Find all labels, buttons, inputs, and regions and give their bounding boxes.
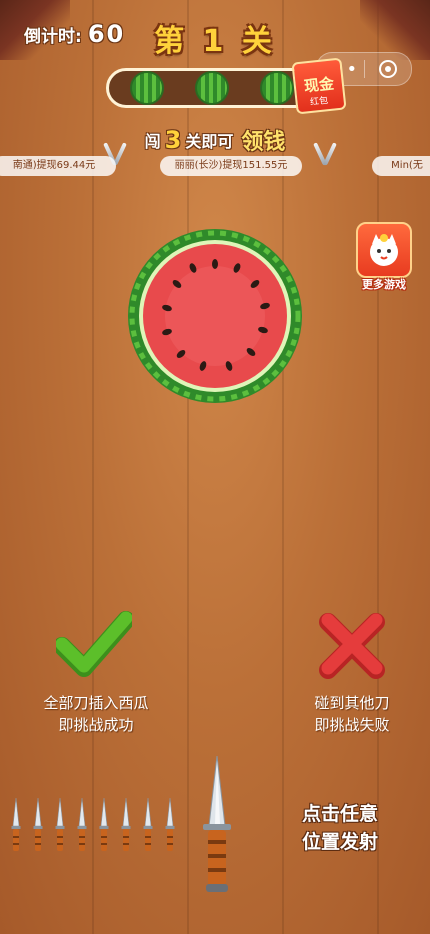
lose-rule-text: 碰到其他刀 即挑战失败 (272, 692, 430, 736)
withdraw-ticker-item: 南通)提现69.44元 (0, 156, 116, 176)
goal-banner: 闯 3 关即可 领钱 (0, 124, 430, 156)
withdraw-ticker-item: Min(无 (372, 156, 430, 176)
remaining-knife-icon (10, 797, 22, 854)
tap-to-fire-hint: 点击任意 位置发射 (290, 800, 390, 856)
remaining-knives (10, 797, 176, 854)
remaining-knife-icon (76, 797, 88, 854)
remaining-knife-icon (32, 797, 44, 854)
remaining-knife-icon (54, 797, 66, 854)
progress-melon-icon (130, 71, 165, 105)
lose-rule-line2: 即挑战失败 (314, 716, 390, 734)
goal-reward: 领钱 (241, 130, 286, 155)
watermelon-target[interactable] (127, 228, 303, 404)
lucky-cat-icon (356, 222, 412, 278)
withdraw-ticker-item: 丽丽(长沙)提现151.55元 (160, 156, 302, 176)
goal-number: 3 (164, 126, 182, 154)
lose-rule-line1: 碰到其他刀 (314, 694, 390, 712)
progress-melon-icon (194, 71, 229, 105)
hint-line1: 点击任意 (301, 803, 378, 825)
more-games-label: 更多游戏 (362, 278, 406, 291)
progress-melon-icon (259, 71, 294, 105)
fail-cross-icon (319, 613, 385, 679)
more-games-button[interactable]: 更多游戏 (356, 222, 412, 294)
active-knife (203, 756, 231, 892)
level-progress-bar (106, 68, 318, 108)
win-rule-line1: 全部刀插入西瓜 (43, 694, 149, 712)
cash-red-packet-badge[interactable]: 现金 红包 (291, 57, 347, 115)
goal-prefix: 闯 (144, 132, 161, 151)
remaining-knife-icon (164, 797, 176, 854)
goal-middle: 关即可 (185, 132, 234, 151)
win-rule-line2: 即挑战成功 (58, 716, 134, 734)
remaining-knife-icon (142, 797, 154, 854)
win-rule-text: 全部刀插入西瓜 即挑战成功 (16, 692, 176, 736)
success-check-icon (56, 611, 132, 677)
remaining-knife-icon (120, 797, 132, 854)
remaining-knife-icon (98, 797, 110, 854)
hint-line2: 位置发射 (301, 831, 378, 853)
close-target-icon[interactable] (365, 59, 412, 79)
